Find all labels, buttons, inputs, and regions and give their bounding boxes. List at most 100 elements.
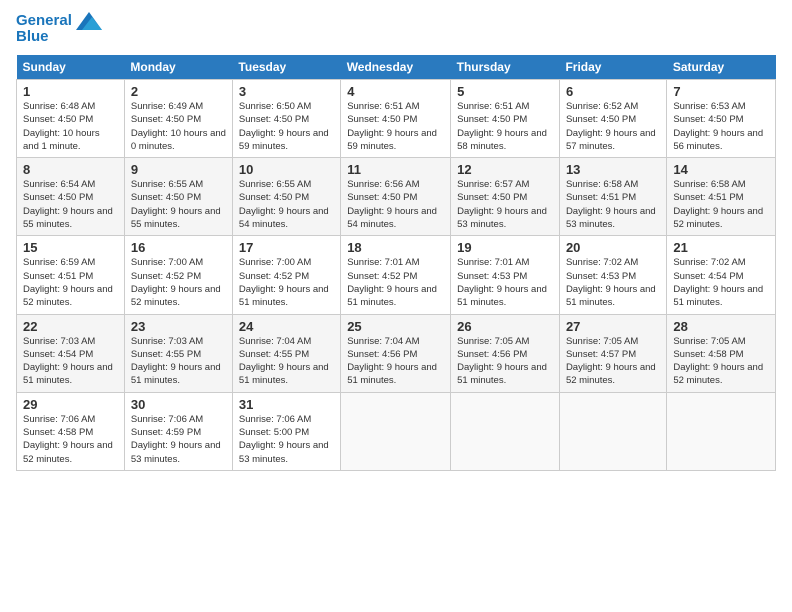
day-number: 3 [239,84,334,99]
day-info: Sunrise: 7:04 AM Sunset: 4:56 PM Dayligh… [347,335,444,388]
day-info: Sunrise: 6:58 AM Sunset: 4:51 PM Dayligh… [566,178,660,231]
calendar-cell: 29 Sunrise: 7:06 AM Sunset: 4:58 PM Dayl… [17,392,125,470]
day-number: 27 [566,319,660,334]
calendar-cell: 1 Sunrise: 6:48 AM Sunset: 4:50 PM Dayli… [17,80,125,158]
weekday-header: Friday [559,55,666,80]
logo: General Blue [16,12,102,45]
day-number: 4 [347,84,444,99]
logo-subtext: Blue [16,28,49,45]
calendar-cell: 21 Sunrise: 7:02 AM Sunset: 4:54 PM Dayl… [667,236,776,314]
day-info: Sunrise: 6:56 AM Sunset: 4:50 PM Dayligh… [347,178,444,231]
calendar-cell: 5 Sunrise: 6:51 AM Sunset: 4:50 PM Dayli… [451,80,560,158]
day-info: Sunrise: 6:53 AM Sunset: 4:50 PM Dayligh… [673,100,769,153]
calendar-cell: 17 Sunrise: 7:00 AM Sunset: 4:52 PM Dayl… [232,236,340,314]
day-info: Sunrise: 7:05 AM Sunset: 4:57 PM Dayligh… [566,335,660,388]
calendar-cell: 27 Sunrise: 7:05 AM Sunset: 4:57 PM Dayl… [559,314,666,392]
day-info: Sunrise: 7:01 AM Sunset: 4:52 PM Dayligh… [347,256,444,309]
day-number: 24 [239,319,334,334]
day-info: Sunrise: 7:02 AM Sunset: 4:54 PM Dayligh… [673,256,769,309]
calendar-cell: 10 Sunrise: 6:55 AM Sunset: 4:50 PM Dayl… [232,158,340,236]
day-number: 8 [23,162,118,177]
day-info: Sunrise: 6:51 AM Sunset: 4:50 PM Dayligh… [347,100,444,153]
calendar-cell: 9 Sunrise: 6:55 AM Sunset: 4:50 PM Dayli… [124,158,232,236]
day-info: Sunrise: 6:50 AM Sunset: 4:50 PM Dayligh… [239,100,334,153]
calendar-cell: 30 Sunrise: 7:06 AM Sunset: 4:59 PM Dayl… [124,392,232,470]
weekday-header: Thursday [451,55,560,80]
logo-text: General [16,13,72,30]
day-number: 6 [566,84,660,99]
day-number: 9 [131,162,226,177]
day-number: 18 [347,240,444,255]
calendar-cell: 15 Sunrise: 6:59 AM Sunset: 4:51 PM Dayl… [17,236,125,314]
weekday-header: Sunday [17,55,125,80]
day-info: Sunrise: 6:55 AM Sunset: 4:50 PM Dayligh… [239,178,334,231]
calendar-cell: 31 Sunrise: 7:06 AM Sunset: 5:00 PM Dayl… [232,392,340,470]
day-number: 12 [457,162,553,177]
logo-icon [76,12,102,30]
day-info: Sunrise: 6:48 AM Sunset: 4:50 PM Dayligh… [23,100,118,153]
calendar-cell: 7 Sunrise: 6:53 AM Sunset: 4:50 PM Dayli… [667,80,776,158]
calendar-cell [341,392,451,470]
day-number: 21 [673,240,769,255]
calendar-cell: 6 Sunrise: 6:52 AM Sunset: 4:50 PM Dayli… [559,80,666,158]
calendar-cell: 25 Sunrise: 7:04 AM Sunset: 4:56 PM Dayl… [341,314,451,392]
calendar-cell: 11 Sunrise: 6:56 AM Sunset: 4:50 PM Dayl… [341,158,451,236]
day-number: 29 [23,397,118,412]
day-info: Sunrise: 7:03 AM Sunset: 4:55 PM Dayligh… [131,335,226,388]
calendar-cell: 23 Sunrise: 7:03 AM Sunset: 4:55 PM Dayl… [124,314,232,392]
day-number: 14 [673,162,769,177]
calendar-cell: 13 Sunrise: 6:58 AM Sunset: 4:51 PM Dayl… [559,158,666,236]
calendar-cell [667,392,776,470]
calendar-cell: 19 Sunrise: 7:01 AM Sunset: 4:53 PM Dayl… [451,236,560,314]
calendar-cell: 12 Sunrise: 6:57 AM Sunset: 4:50 PM Dayl… [451,158,560,236]
calendar-cell: 3 Sunrise: 6:50 AM Sunset: 4:50 PM Dayli… [232,80,340,158]
weekday-header: Tuesday [232,55,340,80]
day-number: 1 [23,84,118,99]
day-info: Sunrise: 7:05 AM Sunset: 4:56 PM Dayligh… [457,335,553,388]
day-number: 26 [457,319,553,334]
calendar-cell [559,392,666,470]
day-info: Sunrise: 6:59 AM Sunset: 4:51 PM Dayligh… [23,256,118,309]
day-number: 11 [347,162,444,177]
day-number: 19 [457,240,553,255]
calendar-cell: 20 Sunrise: 7:02 AM Sunset: 4:53 PM Dayl… [559,236,666,314]
day-number: 23 [131,319,226,334]
day-info: Sunrise: 6:58 AM Sunset: 4:51 PM Dayligh… [673,178,769,231]
day-number: 17 [239,240,334,255]
day-info: Sunrise: 7:02 AM Sunset: 4:53 PM Dayligh… [566,256,660,309]
day-info: Sunrise: 7:00 AM Sunset: 4:52 PM Dayligh… [239,256,334,309]
calendar-cell [451,392,560,470]
day-number: 16 [131,240,226,255]
calendar-cell: 14 Sunrise: 6:58 AM Sunset: 4:51 PM Dayl… [667,158,776,236]
day-number: 13 [566,162,660,177]
calendar-cell: 16 Sunrise: 7:00 AM Sunset: 4:52 PM Dayl… [124,236,232,314]
day-number: 5 [457,84,553,99]
day-info: Sunrise: 6:55 AM Sunset: 4:50 PM Dayligh… [131,178,226,231]
page-header: General Blue [16,12,776,45]
day-number: 20 [566,240,660,255]
day-info: Sunrise: 6:54 AM Sunset: 4:50 PM Dayligh… [23,178,118,231]
day-info: Sunrise: 6:49 AM Sunset: 4:50 PM Dayligh… [131,100,226,153]
calendar-cell: 24 Sunrise: 7:04 AM Sunset: 4:55 PM Dayl… [232,314,340,392]
page-container: General Blue SundayMondayTuesdayWednesda… [0,0,792,479]
day-number: 2 [131,84,226,99]
calendar-cell: 18 Sunrise: 7:01 AM Sunset: 4:52 PM Dayl… [341,236,451,314]
calendar-cell: 8 Sunrise: 6:54 AM Sunset: 4:50 PM Dayli… [17,158,125,236]
day-info: Sunrise: 7:00 AM Sunset: 4:52 PM Dayligh… [131,256,226,309]
day-number: 7 [673,84,769,99]
weekday-header: Saturday [667,55,776,80]
weekday-header: Wednesday [341,55,451,80]
day-info: Sunrise: 6:51 AM Sunset: 4:50 PM Dayligh… [457,100,553,153]
day-info: Sunrise: 7:05 AM Sunset: 4:58 PM Dayligh… [673,335,769,388]
day-info: Sunrise: 7:06 AM Sunset: 5:00 PM Dayligh… [239,413,334,466]
calendar-cell: 22 Sunrise: 7:03 AM Sunset: 4:54 PM Dayl… [17,314,125,392]
day-info: Sunrise: 7:01 AM Sunset: 4:53 PM Dayligh… [457,256,553,309]
weekday-header: Monday [124,55,232,80]
day-info: Sunrise: 7:03 AM Sunset: 4:54 PM Dayligh… [23,335,118,388]
day-info: Sunrise: 7:04 AM Sunset: 4:55 PM Dayligh… [239,335,334,388]
day-info: Sunrise: 6:57 AM Sunset: 4:50 PM Dayligh… [457,178,553,231]
day-number: 10 [239,162,334,177]
calendar-cell: 28 Sunrise: 7:05 AM Sunset: 4:58 PM Dayl… [667,314,776,392]
day-number: 28 [673,319,769,334]
day-info: Sunrise: 7:06 AM Sunset: 4:58 PM Dayligh… [23,413,118,466]
